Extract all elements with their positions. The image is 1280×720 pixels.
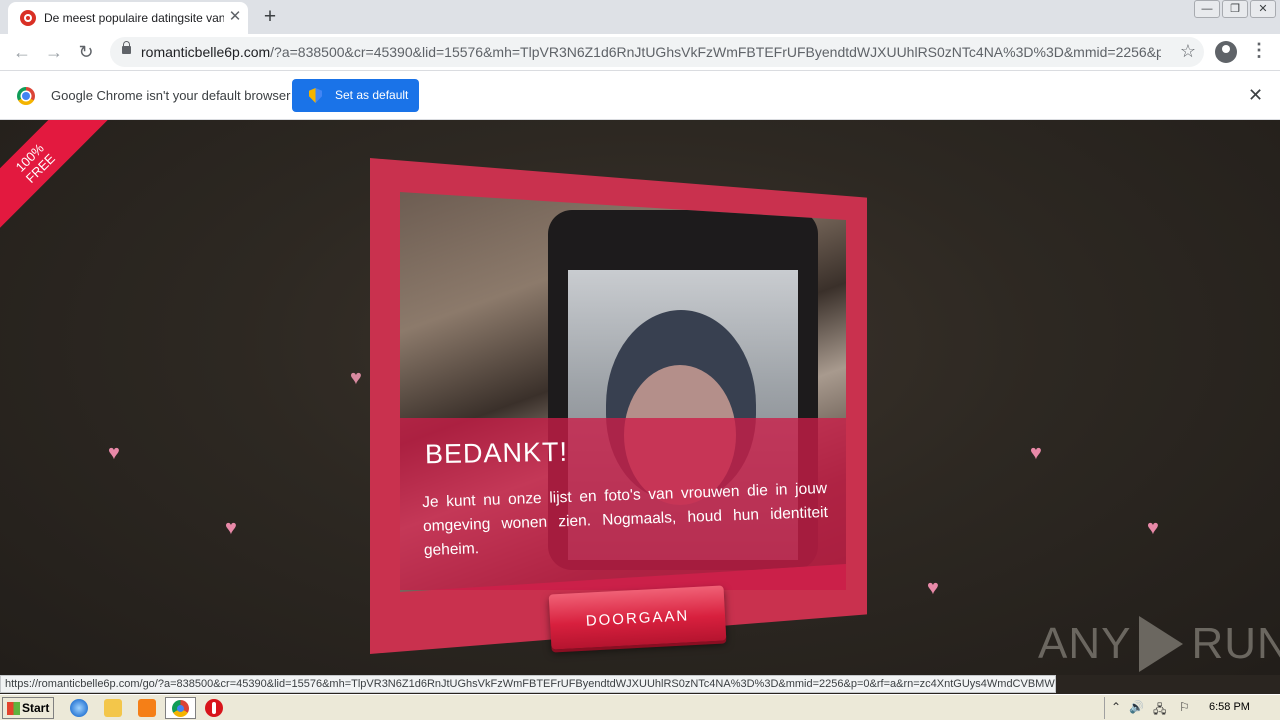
profile-avatar-icon[interactable]: [1215, 41, 1237, 63]
system-tray: ⌃ 🔊 🖧 ⚐ 6:58 PM: [1104, 697, 1278, 719]
start-label: Start: [22, 701, 50, 715]
heart-icon: ♥: [1147, 517, 1159, 539]
internet-explorer-icon[interactable]: [70, 699, 88, 717]
windows-taskbar: Start ⌃ 🔊 🖧 ⚐ 6:58 PM: [0, 694, 1280, 720]
media-player-icon[interactable]: [138, 699, 156, 717]
minimize-button[interactable]: —: [1194, 0, 1220, 18]
set-as-default-button[interactable]: Set as default: [292, 79, 419, 112]
action-center-flag-icon[interactable]: ⚐: [1179, 700, 1190, 714]
back-button[interactable]: ←: [10, 40, 34, 64]
windows-logo-icon: [7, 702, 20, 715]
site-favicon-icon: [20, 10, 36, 26]
start-button[interactable]: Start: [2, 697, 54, 719]
shield-icon: [309, 88, 322, 103]
url-text[interactable]: romanticbelle6p.com/?a=838500&cr=45390&l…: [141, 44, 1161, 60]
browser-toolbar: ← → ↻ romanticbelle6p.com/?a=838500&cr=4…: [0, 34, 1280, 71]
lock-icon[interactable]: [122, 41, 131, 54]
tab-strip: De meest populaire datingsite van de ✕ +…: [0, 0, 1280, 34]
address-bar[interactable]: romanticbelle6p.com/?a=838500&cr=45390&l…: [110, 37, 1204, 67]
watermark-text-left: ANY: [1038, 619, 1132, 668]
default-browser-infobar: Google Chrome isn't your default browser…: [0, 71, 1280, 120]
menu-icon[interactable]: ⋮: [1250, 40, 1268, 61]
heart-icon: ♥: [927, 577, 939, 599]
status-bar-url: https://romanticbelle6p.com/go/?a=838500…: [0, 675, 1056, 693]
web-page: 100% FREE ♥ ♥ ♥ ♥ ♥ ♥ BEDANKT! Je kunt n…: [0, 120, 1280, 675]
card-title: BEDANKT!: [424, 436, 569, 470]
taskbar-chrome-button[interactable]: [165, 697, 196, 719]
heart-icon: ♥: [1030, 442, 1042, 464]
forward-button[interactable]: →: [42, 40, 66, 64]
volume-icon[interactable]: 🔊: [1129, 700, 1144, 714]
ribbon-line-1: 100%: [12, 140, 47, 175]
heart-icon: ♥: [350, 367, 362, 389]
folder-icon[interactable]: [104, 699, 122, 717]
window-controls: — ❐ ✕: [1194, 0, 1276, 20]
browser-tab[interactable]: De meest populaire datingsite van de ✕: [8, 2, 248, 34]
tab-close-icon[interactable]: ✕: [226, 8, 244, 26]
free-ribbon: 100% FREE: [0, 120, 114, 242]
continue-button[interactable]: DOORGAAN: [548, 585, 727, 650]
opera-icon[interactable]: [205, 699, 223, 717]
chrome-logo-icon: [17, 87, 35, 105]
bookmark-star-icon[interactable]: ☆: [1180, 41, 1196, 62]
play-icon: [1139, 616, 1184, 672]
url-host: romanticbelle6p.com: [141, 44, 271, 60]
watermark-text-right: RUN: [1191, 619, 1280, 668]
chrome-icon: [172, 700, 189, 717]
new-tab-button[interactable]: +: [258, 5, 282, 29]
infobar-close-icon[interactable]: ✕: [1248, 85, 1263, 106]
tray-expand-icon[interactable]: ⌃: [1111, 700, 1121, 714]
card-message: Je kunt nu onze lijst en foto's van vrou…: [421, 479, 829, 560]
close-window-button[interactable]: ✕: [1250, 0, 1276, 18]
infobar-message: Google Chrome isn't your default browser: [51, 88, 291, 103]
reload-button[interactable]: ↻: [74, 40, 98, 64]
set-as-default-label: Set as default: [335, 88, 409, 102]
network-icon[interactable]: 🖧: [1153, 700, 1166, 720]
anyrun-watermark: ANY RUN: [1038, 614, 1280, 674]
url-path: /?a=838500&cr=45390&lid=15576&mh=TlpVR3N…: [270, 44, 1161, 60]
heart-icon: ♥: [225, 517, 237, 539]
clock[interactable]: 6:58 PM: [1209, 701, 1250, 713]
tab-title: De meest populaire datingsite van de: [44, 11, 224, 25]
heart-icon: ♥: [108, 442, 120, 464]
restore-button[interactable]: ❐: [1222, 0, 1248, 18]
